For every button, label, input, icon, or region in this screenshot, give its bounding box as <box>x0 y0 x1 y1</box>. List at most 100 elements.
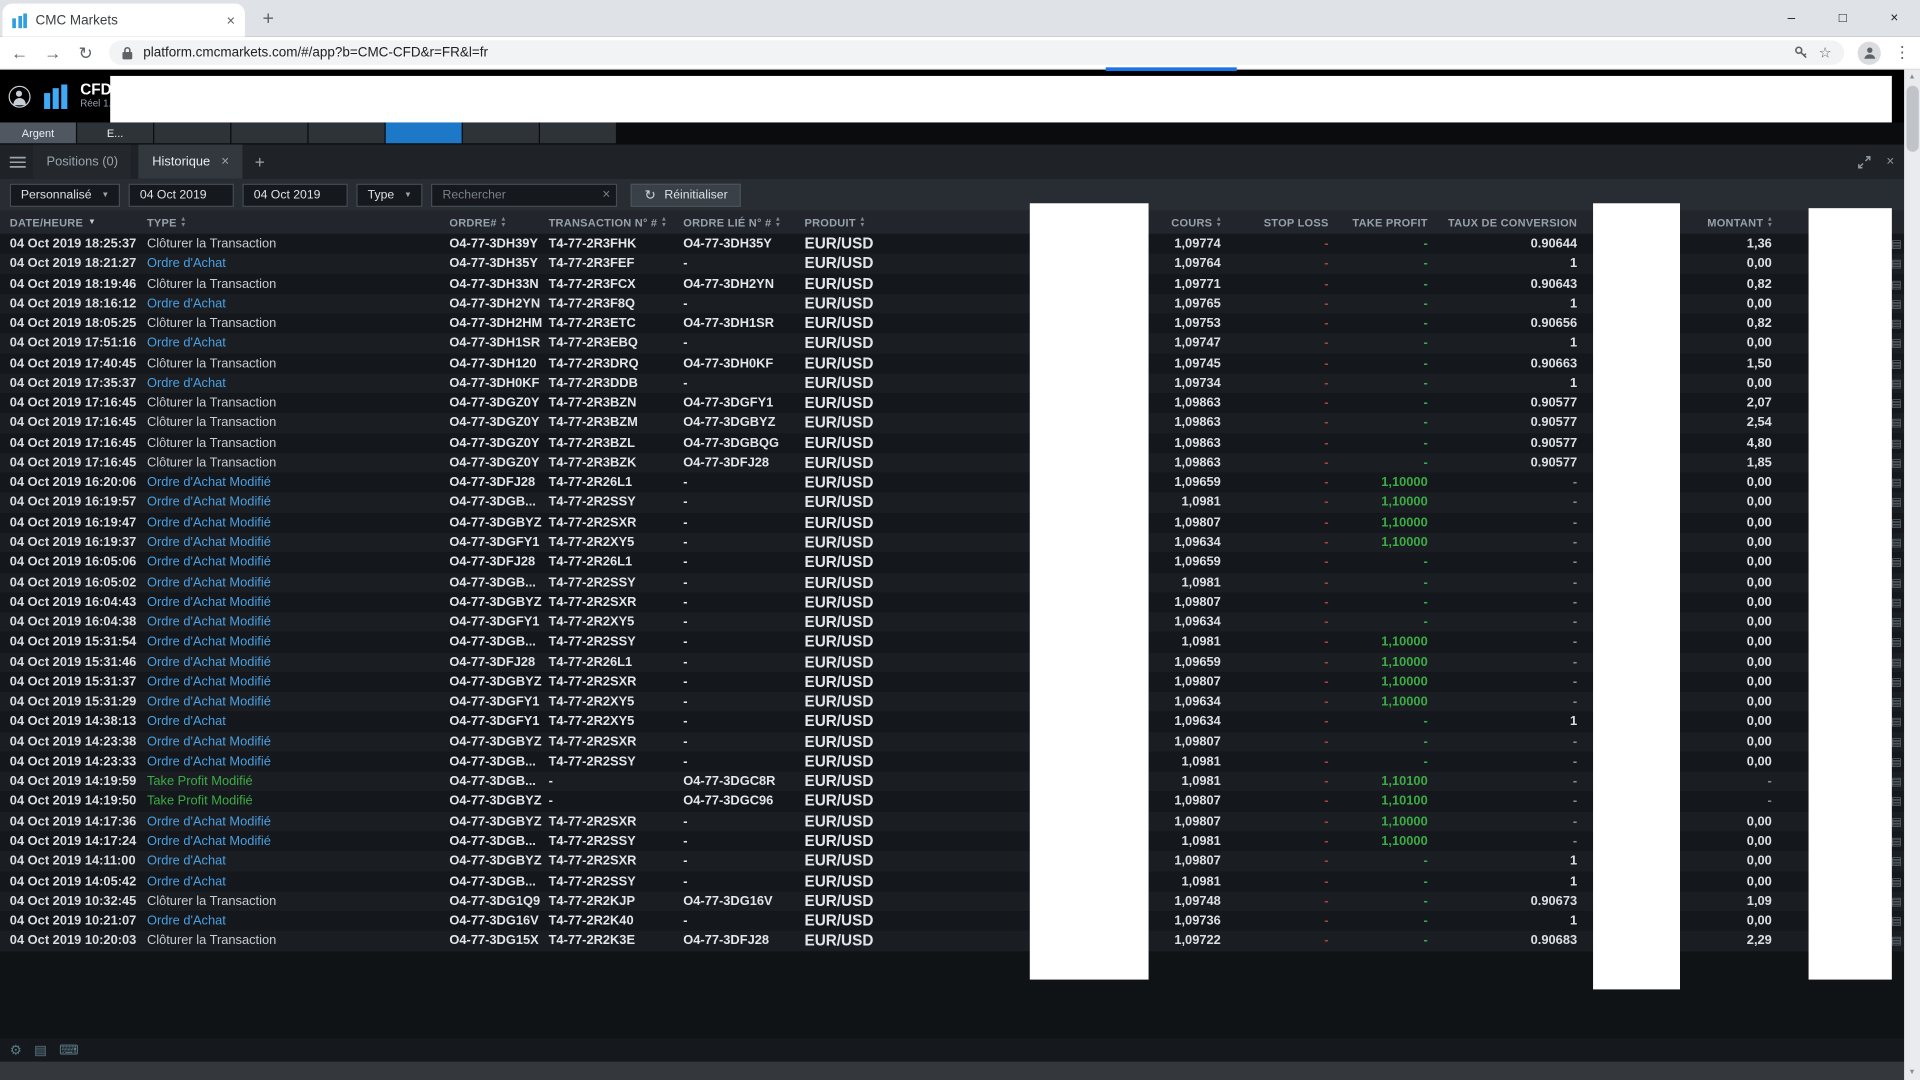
cell-stop-loss: - <box>1221 353 1329 373</box>
top-tab-4[interactable] <box>309 122 385 143</box>
tab-close-icon[interactable]: × <box>227 12 236 29</box>
cell-datetime: 04 Oct 2019 16:05:02 <box>10 572 147 592</box>
account-icon[interactable] <box>9 85 31 107</box>
cell-cours: 1,09807 <box>1149 732 1221 752</box>
cell-taux-conversion: 1 <box>1428 294 1577 314</box>
tab-positions[interactable]: Positions (0) <box>33 144 131 178</box>
column-header-montant[interactable]: MONTANT▴▾ <box>1680 216 1772 228</box>
cell-ordre: O4-77-3DGB... <box>449 871 548 891</box>
new-tab-button[interactable]: + <box>252 4 284 36</box>
tab-historique[interactable]: Historique × <box>139 144 243 178</box>
column-header-ordre-li-n-[interactable]: ORDRE LIÉ N° #▴▾ <box>683 216 804 228</box>
period-dropdown[interactable]: Personnalisé ▼ <box>10 183 121 206</box>
cell-cours: 1,0981 <box>1149 831 1221 851</box>
cell-stop-loss: - <box>1221 632 1329 652</box>
cell-taux-conversion: - <box>1428 493 1577 513</box>
scrollbar-up-icon[interactable]: ▲ <box>1904 70 1920 85</box>
top-tab-3[interactable] <box>231 122 307 143</box>
minimize-button[interactable]: – <box>1766 0 1817 37</box>
cell-produit: EUR/USD <box>804 652 1028 672</box>
cell-montant: 0,00 <box>1680 672 1772 692</box>
expand-icon[interactable] <box>1857 155 1870 168</box>
search-input[interactable] <box>443 188 598 201</box>
browser-tab[interactable]: CMC Markets × <box>2 4 244 37</box>
back-icon[interactable]: ← <box>10 43 30 63</box>
tab-historique-label: Historique <box>152 154 210 169</box>
cell-type: Ordre d'Achat Modifié <box>147 652 449 672</box>
cell-cours: 1,09634 <box>1149 712 1221 732</box>
browser-scrollbar[interactable]: ▲ ▼ <box>1904 70 1920 1080</box>
bookmark-star-icon[interactable]: ☆ <box>1819 45 1832 60</box>
sort-icon: ▴▾ <box>776 217 780 227</box>
cell-taux-conversion: - <box>1428 553 1577 573</box>
panel-close-icon[interactable]: × <box>1886 154 1894 169</box>
scrollbar-down-icon[interactable]: ▼ <box>1904 1065 1920 1080</box>
cell-take-profit: - <box>1329 294 1428 314</box>
cell-montant: 0,00 <box>1680 493 1772 513</box>
cell-type: Ordre d'Achat <box>147 254 449 274</box>
top-tab-6[interactable] <box>463 122 539 143</box>
key-icon[interactable] <box>1794 45 1809 60</box>
column-header-produit[interactable]: PRODUIT▴▾ <box>804 216 1028 228</box>
window-close-button[interactable]: × <box>1869 0 1920 37</box>
gear-icon[interactable]: ⚙ <box>10 1042 22 1058</box>
cell-datetime: 04 Oct 2019 14:17:24 <box>10 831 147 851</box>
cell-taux-conversion: 0.90663 <box>1428 353 1577 373</box>
reload-icon[interactable]: ↻ <box>76 43 96 63</box>
cell-ordre-lie: O4-77-3DG16V <box>683 891 804 911</box>
cell-ordre-lie: - <box>683 612 804 632</box>
cell-montant: 0,00 <box>1680 592 1772 612</box>
date-from-input[interactable]: 04 Oct 2019 <box>129 183 234 206</box>
browser-menu-icon[interactable]: ⋮ <box>1894 43 1910 63</box>
cell-stop-loss: - <box>1221 493 1329 513</box>
address-bar[interactable]: platform.cmcmarkets.com/#/app?b=CMC-CFD&… <box>109 40 1844 64</box>
document-icon[interactable]: ▤ <box>34 1042 47 1058</box>
cell-ordre: O4-77-3DH2HM <box>449 314 548 334</box>
cell-produit: EUR/USD <box>804 254 1028 274</box>
top-tab-5[interactable] <box>386 122 462 143</box>
column-header-cours[interactable]: COURS▴▾ <box>1149 216 1221 228</box>
cell-datetime: 04 Oct 2019 15:31:54 <box>10 632 147 652</box>
keyboard-icon[interactable]: ⌨ <box>59 1042 78 1058</box>
cell-datetime: 04 Oct 2019 18:19:46 <box>10 274 147 294</box>
cell-stop-loss: - <box>1221 393 1329 413</box>
cell-stop-loss: - <box>1221 811 1329 831</box>
cell-ordre-lie: O4-77-3DGC8R <box>683 772 804 792</box>
cell-stop-loss: - <box>1221 851 1329 871</box>
top-tab-7[interactable] <box>540 122 616 143</box>
cell-taux-conversion: - <box>1428 692 1577 712</box>
add-tab-button[interactable]: + <box>255 152 265 172</box>
cell-produit: EUR/USD <box>804 831 1028 851</box>
cell-cours: 1,0981 <box>1149 493 1221 513</box>
redaction-box <box>1809 208 1892 979</box>
cell-produit: EUR/USD <box>804 592 1028 612</box>
maximize-button[interactable]: □ <box>1817 0 1868 37</box>
date-to-input[interactable]: 04 Oct 2019 <box>243 183 348 206</box>
column-header-ordre-[interactable]: ORDRE#▴▾ <box>449 216 548 228</box>
menu-hamburger-icon[interactable] <box>10 156 26 167</box>
column-header-transaction-n-[interactable]: TRANSACTION N° #▴▾ <box>549 216 684 228</box>
cell-transaction: T4-77-2R3DDB <box>549 373 684 393</box>
tab-historique-close-icon[interactable]: × <box>221 154 229 169</box>
cell-montant: 0,00 <box>1680 533 1772 553</box>
scrollbar-thumb[interactable] <box>1906 86 1918 152</box>
type-dropdown[interactable]: Type ▼ <box>357 183 423 206</box>
top-tab-0[interactable]: Argent <box>0 122 76 143</box>
reset-button[interactable]: ↻ Réinitialiser <box>631 183 741 206</box>
cell-transaction: - <box>549 772 684 792</box>
cell-ordre: O4-77-3DGB... <box>449 752 548 772</box>
cell-datetime: 04 Oct 2019 17:51:16 <box>10 333 147 353</box>
profile-avatar[interactable] <box>1858 41 1881 64</box>
top-tab-1[interactable]: E... <box>77 122 153 143</box>
cell-produit: EUR/USD <box>804 732 1028 752</box>
cell-transaction: T4-77-2R2SXR <box>549 592 684 612</box>
cell-produit: EUR/USD <box>804 373 1028 393</box>
top-tab-2[interactable] <box>154 122 230 143</box>
column-header-type[interactable]: TYPE▴▾ <box>147 216 449 228</box>
forward-icon[interactable]: → <box>43 43 63 63</box>
cell-montant: 1,09 <box>1680 891 1772 911</box>
column-header-date-heure[interactable]: DATE/HEURE▼ <box>10 216 147 228</box>
cell-datetime: 04 Oct 2019 17:35:37 <box>10 373 147 393</box>
search-clear-icon[interactable]: × <box>602 187 610 202</box>
cell-type: Clôturer la Transaction <box>147 314 449 334</box>
